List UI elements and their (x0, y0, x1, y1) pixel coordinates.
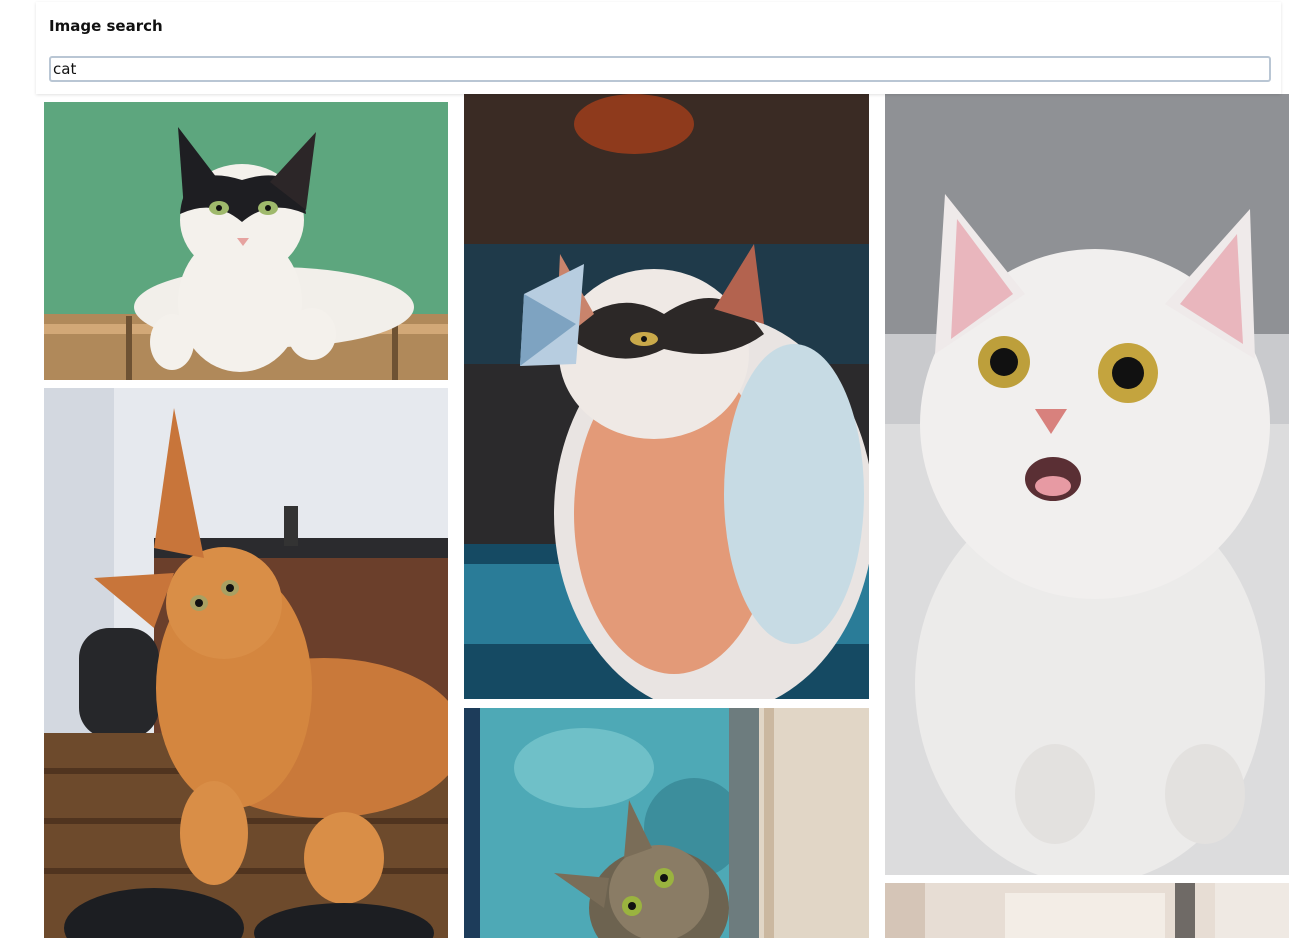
search-input[interactable] (49, 56, 1271, 82)
image-result[interactable] (885, 883, 1289, 938)
page-title: Image search (49, 17, 163, 35)
image-result[interactable] (44, 102, 448, 380)
cat-photo (885, 883, 1289, 938)
image-result[interactable] (44, 388, 448, 938)
search-header: Image search (36, 2, 1281, 94)
cat-photo (885, 94, 1289, 875)
cat-photo (44, 102, 448, 380)
image-result[interactable] (885, 94, 1289, 875)
cat-photo (464, 708, 869, 938)
cat-photo (464, 94, 869, 699)
cat-photo (44, 388, 448, 938)
image-result[interactable] (464, 94, 869, 699)
image-result[interactable] (464, 708, 869, 938)
